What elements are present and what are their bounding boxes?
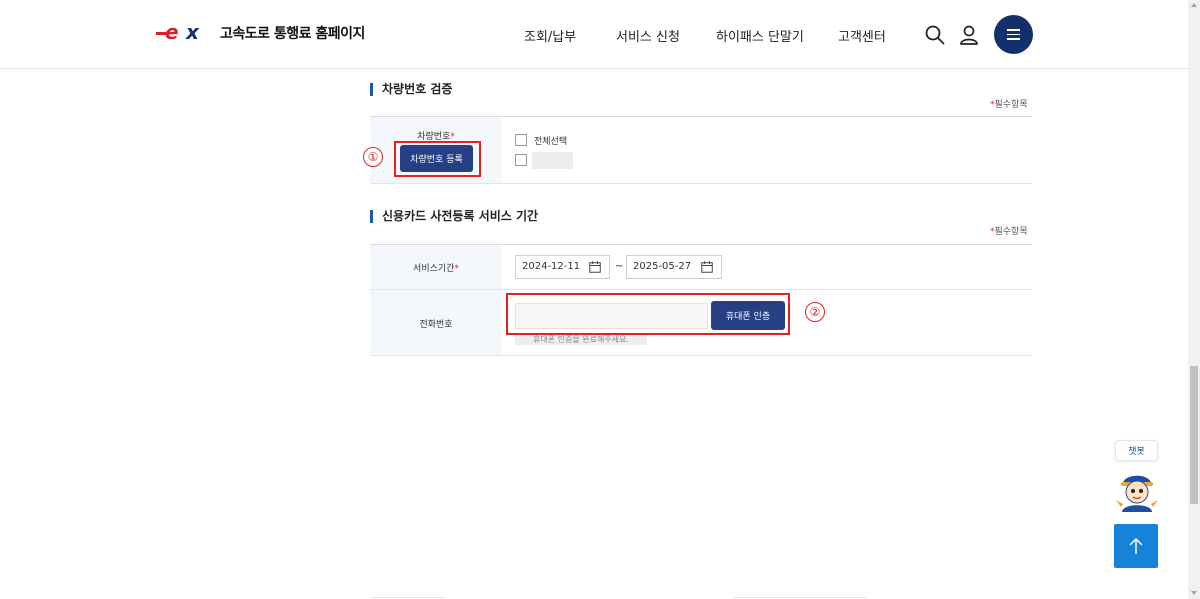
site-title: 고속도로 통행료 홈페이지 (220, 26, 365, 42)
nav-inquiry-payment[interactable]: 조회/납부 (524, 26, 576, 45)
scroll-top-button[interactable] (1114, 524, 1158, 568)
scrollbar-thumb[interactable] (1190, 366, 1198, 504)
start-date-value: 2024-12-11 (522, 261, 581, 272)
annotation-box-1 (394, 141, 481, 177)
site-logo[interactable]: e x 고속도로 통행료 홈페이지 (156, 22, 365, 44)
annotation-number-1: ① (363, 147, 383, 167)
page-scrollbar[interactable] (1188, 0, 1200, 599)
period-row-header: 서비스기간* (370, 245, 502, 289)
scroll-down-arrow-icon[interactable] (1191, 591, 1197, 595)
select-all-label: 전체선택 (534, 137, 568, 147)
chatbot-button[interactable]: 챗봇 (1115, 440, 1158, 461)
date-range-tilde: ~ (615, 261, 624, 272)
user-icon[interactable] (958, 24, 980, 46)
required-note: *필수항목 (990, 100, 1028, 110)
period-label: 서비스기간* (413, 264, 459, 274)
scroll-up-arrow-icon[interactable] (1191, 3, 1197, 7)
arrow-up-icon (1129, 537, 1143, 554)
phone-label: 전화번호 (419, 320, 453, 330)
end-date-input[interactable]: 2025-05-27 (626, 255, 722, 279)
required-note-2: *필수항목 (990, 227, 1028, 237)
section-title-vehicle: 차량번호 검증 (370, 83, 452, 96)
chatbot-label: 챗봇 (1128, 447, 1145, 457)
service-period-row: 서비스기간* 2024-12-11 ~ 2025-05-27 (370, 245, 1032, 290)
ex-logo-icon: e x (156, 22, 200, 44)
nav-service-apply[interactable]: 서비스 신청 (616, 26, 680, 45)
hamburger-icon (1007, 26, 1020, 43)
nav-customer-center[interactable]: 고객센터 (838, 26, 886, 45)
section-title-service: 신용카드 사전등록 서비스 기간 (370, 210, 538, 223)
bottom-divider-right (733, 597, 867, 598)
bottom-divider-left (370, 597, 446, 598)
phone-row-header: 전화번호 (370, 290, 502, 355)
phone-verify-hint: 휴대폰 인증을 완료해주세요. (515, 335, 647, 345)
select-all-checkbox[interactable] (515, 134, 527, 146)
calendar-icon[interactable] (701, 261, 713, 273)
svg-text:e: e (165, 22, 179, 44)
chatbot-mascot-icon[interactable] (1114, 467, 1160, 513)
svg-text:x: x (185, 22, 200, 44)
masked-vehicle-number (532, 152, 573, 169)
start-date-input[interactable]: 2024-12-11 (515, 255, 610, 279)
end-date-value: 2025-05-27 (633, 261, 692, 272)
nav-hipass-device[interactable]: 하이패스 단말기 (716, 26, 804, 45)
menu-button[interactable] (994, 15, 1033, 54)
search-icon[interactable] (924, 24, 946, 46)
annotation-box-2 (506, 293, 790, 335)
calendar-icon[interactable] (589, 261, 601, 273)
annotation-number-2: ② (805, 302, 825, 322)
site-header: e x 고속도로 통행료 홈페이지 조회/납부 서비스 신청 하이패스 단말기 … (0, 0, 1188, 69)
vehicle-checkbox[interactable] (515, 154, 527, 166)
